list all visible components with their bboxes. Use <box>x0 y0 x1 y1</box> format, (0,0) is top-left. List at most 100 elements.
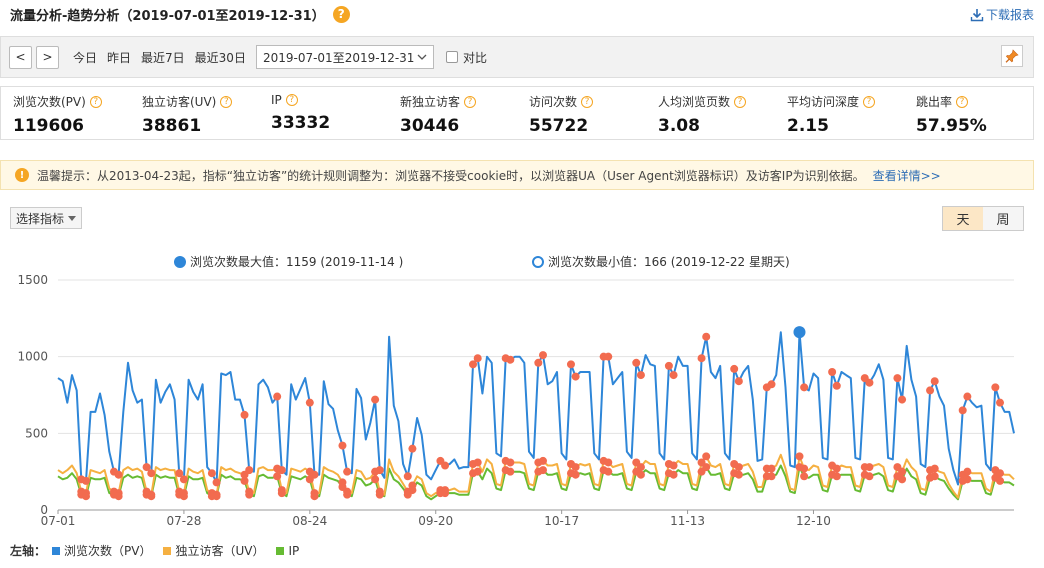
quick-yesterday[interactable]: 昨日 <box>107 49 131 66</box>
weekend-point <box>767 380 776 389</box>
min-value-info: 浏览次数最小值：166 (2019-12-22 星期天) <box>532 253 790 270</box>
caret-down-icon <box>68 215 77 221</box>
pin-icon <box>1005 49 1019 63</box>
weekend-point <box>669 461 678 470</box>
help-icon[interactable]: ? <box>863 95 876 108</box>
help-icon[interactable]: ? <box>956 95 969 108</box>
weekend-point <box>273 472 282 481</box>
download-icon <box>970 8 984 21</box>
weekend-point <box>795 463 804 472</box>
weekend-point <box>898 475 907 484</box>
weekend-point <box>403 472 412 481</box>
weekend-point <box>930 472 939 481</box>
metric-label: 访问次数 <box>529 95 578 109</box>
weekend-point <box>800 383 809 392</box>
weekend-point <box>930 464 939 473</box>
weekend-point <box>795 452 804 461</box>
prev-period-button[interactable]: < <box>9 45 32 69</box>
weekend-point <box>506 458 515 467</box>
title-bar: 流量分析-趋势分析（2019-07-01至2019-12-31） ? <box>10 4 350 24</box>
next-period-button[interactable]: > <box>36 45 59 69</box>
weekend-point <box>571 372 580 381</box>
weekend-point <box>212 492 221 501</box>
period-day-button[interactable]: 天 <box>943 207 983 230</box>
chevron-right-icon: > <box>42 50 53 64</box>
weekend-point <box>343 490 352 499</box>
pin-button[interactable] <box>1001 45 1023 67</box>
period-toggle: 天 周 <box>942 206 1024 231</box>
notice-details-link[interactable]: 查看详情>> <box>873 167 941 184</box>
metric-bounce-rate: 跳出率? 57.95% <box>904 87 1033 139</box>
weekend-point <box>702 452 711 461</box>
quick-today[interactable]: 今日 <box>73 49 97 66</box>
weekend-point <box>114 492 123 501</box>
weekend-point <box>702 332 711 341</box>
legend-item-pv[interactable]: 浏览次数（PV） <box>52 542 151 559</box>
legend-item-ip[interactable]: IP <box>276 544 299 558</box>
weekend-point <box>734 377 743 386</box>
weekend-point <box>473 467 482 476</box>
metric-label: 新独立访客 <box>400 95 461 109</box>
weekend-point <box>534 358 543 367</box>
weekend-point <box>702 463 711 472</box>
select-metric-label: 选择指标 <box>16 211 65 226</box>
weekend-point <box>930 377 939 386</box>
help-icon[interactable]: ? <box>220 95 233 108</box>
weekend-point <box>898 395 907 404</box>
weekend-point <box>273 392 282 401</box>
date-range-select[interactable]: 2019-07-01至2019-12-31 <box>255 45 434 69</box>
metric-label: 跳出率 <box>916 95 953 109</box>
x-tick-label: 07-28 <box>166 514 201 528</box>
metric-value: 57.95% <box>916 116 987 136</box>
weekend-point <box>963 392 972 401</box>
period-week-button[interactable]: 周 <box>983 207 1023 230</box>
chevron-down-icon <box>417 54 427 60</box>
weekend-point <box>828 368 837 376</box>
metric-uv: 独立访客(UV)? 38861 <box>130 87 259 139</box>
weekend-point <box>277 489 286 498</box>
date-toolbar: < > 今日 昨日 最近7日 最近30日 2019-07-01至2019-12-… <box>0 36 1034 78</box>
metric-new-visitors: 新独立访客? 30446 <box>388 87 517 139</box>
quick-last-7-days[interactable]: 最近7日 <box>141 49 185 66</box>
max-marker-icon <box>174 255 186 268</box>
weekend-point <box>538 456 547 465</box>
help-icon[interactable]: ? <box>734 95 747 108</box>
compare-label: 对比 <box>462 50 487 65</box>
weekend-point <box>81 492 90 501</box>
weekend-point <box>991 383 1000 392</box>
download-report-link[interactable]: 下载报表 <box>970 6 1034 23</box>
weekend-point <box>147 492 156 501</box>
weekend-point <box>632 358 641 367</box>
help-icon[interactable]: ? <box>464 95 477 108</box>
y-tick-label: 1500 <box>17 273 48 287</box>
weekend-point <box>958 406 967 415</box>
weekend-point <box>604 458 613 467</box>
weekend-point <box>996 398 1005 407</box>
compare-checkbox[interactable] <box>445 51 458 63</box>
weekend-point <box>179 492 188 501</box>
weekend-point <box>636 371 645 380</box>
chevron-left-icon: < <box>15 50 26 64</box>
metric-pv: 浏览次数(PV)? 119606 <box>1 87 130 139</box>
weekend-point <box>865 463 874 472</box>
weekend-point <box>538 466 547 475</box>
help-icon[interactable]: ? <box>332 5 350 23</box>
compare-toggle[interactable]: 对比 <box>445 49 487 66</box>
max-value-text: 浏览次数最大值：1159 (2019-11-14 ) <box>190 255 404 269</box>
weekend-point <box>338 441 347 450</box>
select-metric-dropdown[interactable]: 选择指标 <box>10 207 82 229</box>
help-icon[interactable]: ? <box>285 94 298 106</box>
help-icon[interactable]: ? <box>581 95 594 108</box>
legend-item-uv[interactable]: 独立访客（UV） <box>163 542 264 559</box>
help-icon[interactable]: ? <box>89 95 102 108</box>
weekend-point <box>800 472 809 481</box>
weekend-point <box>506 355 515 364</box>
weekend-point <box>865 378 874 387</box>
y-tick-label: 500 <box>25 426 48 440</box>
quick-last-30-days[interactable]: 最近30日 <box>195 49 246 66</box>
x-tick-label: 11-13 <box>670 514 705 528</box>
weekend-point <box>669 470 678 479</box>
legend-swatch <box>163 546 172 555</box>
weekend-point <box>604 467 613 476</box>
weekend-point <box>865 472 874 481</box>
